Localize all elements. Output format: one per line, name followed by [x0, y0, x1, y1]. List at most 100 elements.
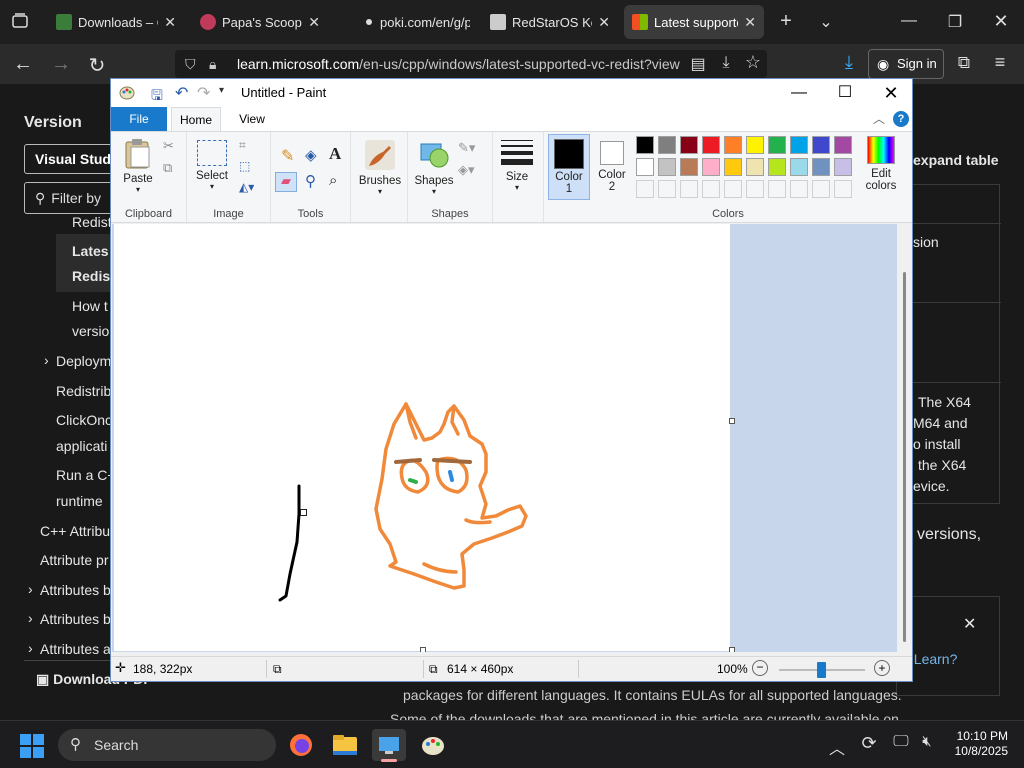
- custom-color-slot[interactable]: [834, 180, 852, 198]
- tab-file[interactable]: File: [111, 107, 167, 131]
- maximize-icon[interactable]: ❐: [944, 12, 966, 32]
- text-icon[interactable]: A: [329, 144, 341, 164]
- paste-dropdown-icon[interactable]: ▾: [117, 185, 159, 194]
- bookmark-star-icon[interactable]: ☆: [742, 52, 764, 73]
- close-tab-icon[interactable]: ✕: [744, 14, 756, 31]
- tab-poki[interactable]: poki.com/en/g/p: [358, 5, 478, 39]
- palette-swatch[interactable]: [636, 158, 654, 176]
- nav-item[interactable]: Attributes a: [40, 641, 111, 657]
- paint-maximize-icon[interactable]: ☐: [823, 81, 867, 105]
- custom-color-slot[interactable]: [724, 180, 742, 198]
- nav-item-active[interactable]: Lates: [72, 243, 109, 259]
- tab-papas-scooperia[interactable]: Papa's Scooperi ✕: [192, 5, 328, 39]
- learn-link[interactable]: t Learn?: [906, 651, 957, 667]
- palette-swatch[interactable]: [702, 136, 720, 154]
- taskbar-clock[interactable]: 10:10 PM 10/8/2025: [950, 729, 1008, 759]
- nav-item[interactable]: Attributes b: [40, 611, 111, 627]
- nav-item[interactable]: versio: [72, 323, 109, 339]
- pencil-icon[interactable]: ✎: [281, 146, 294, 166]
- eraser-icon[interactable]: ▰: [275, 172, 297, 192]
- palette-swatch[interactable]: [790, 158, 808, 176]
- feedback-close-icon[interactable]: ✕: [963, 614, 976, 634]
- nav-item[interactable]: Redist: [72, 214, 112, 230]
- tab-home[interactable]: Home: [171, 107, 221, 131]
- tab-list-chevron-icon[interactable]: ⌄: [816, 12, 836, 32]
- palette-swatch[interactable]: [724, 136, 742, 154]
- resize-icon[interactable]: ⬚: [239, 159, 250, 173]
- forward-icon[interactable]: →: [50, 53, 72, 76]
- outline-icon[interactable]: ✎▾: [458, 140, 475, 156]
- nav-item[interactable]: Attributes b: [40, 582, 111, 598]
- nav-expand-chevron-icon[interactable]: ›: [44, 352, 49, 368]
- minimize-icon[interactable]: —: [898, 12, 920, 30]
- taskbar-search[interactable]: ⚲ Search: [58, 729, 276, 761]
- vertical-scrollbar[interactable]: [897, 224, 912, 652]
- address-bar[interactable]: ⛉ 🔒︎ learn.microsoft.com/en-us/cpp/windo…: [175, 50, 767, 78]
- save-to-pocket-icon[interactable]: ⤓: [716, 54, 736, 72]
- palette-swatch[interactable]: [834, 158, 852, 176]
- ribbon-collapse-icon[interactable]: ︿: [873, 110, 885, 127]
- palette-swatch[interactable]: [834, 136, 852, 154]
- custom-color-slot[interactable]: [658, 180, 676, 198]
- expand-table-button[interactable]: expand table: [913, 152, 999, 168]
- palette-swatch[interactable]: [746, 136, 764, 154]
- palette-swatch[interactable]: [680, 136, 698, 154]
- paint-taskbar-icon[interactable]: [416, 729, 450, 761]
- nav-item[interactable]: C++ Attribu: [40, 523, 110, 539]
- menu-icon[interactable]: ≡: [990, 52, 1010, 73]
- help-icon[interactable]: ?: [893, 111, 909, 127]
- custom-color-slot[interactable]: [636, 180, 654, 198]
- palette-swatch[interactable]: [812, 136, 830, 154]
- new-tab-icon[interactable]: +: [776, 10, 796, 33]
- nav-item[interactable]: How t: [72, 298, 108, 314]
- crop-icon[interactable]: ⌗: [239, 138, 246, 153]
- canvas-resize-handle-corner[interactable]: [729, 647, 735, 652]
- color1-button[interactable]: Color 1: [548, 134, 590, 200]
- custom-color-slot[interactable]: [812, 180, 830, 198]
- zoom-slider-thumb[interactable]: [817, 662, 826, 678]
- back-icon[interactable]: ←: [12, 53, 34, 76]
- firefox-taskbar-icon[interactable]: [284, 729, 318, 761]
- magnifier-icon[interactable]: ⌕: [329, 172, 337, 189]
- sign-in-button[interactable]: ◉ Sign in: [868, 49, 944, 79]
- qat-undo-icon[interactable]: ↶: [175, 83, 188, 103]
- tab-downloads[interactable]: Downloads – On ✕: [48, 5, 184, 39]
- shapes-dropdown-icon[interactable]: ▾: [414, 187, 454, 196]
- qat-customize-icon[interactable]: ▾: [219, 85, 224, 96]
- paint-close-icon[interactable]: ✕: [869, 81, 913, 105]
- system-tray-chevron-icon[interactable]: ︿: [828, 735, 846, 759]
- nav-item[interactable]: Run a C+: [56, 467, 116, 483]
- brushes-dropdown-icon[interactable]: ▾: [355, 187, 405, 196]
- palette-swatch[interactable]: [724, 158, 742, 176]
- nav-item[interactable]: Deploym: [56, 353, 111, 369]
- remote-desktop-taskbar-icon[interactable]: [372, 729, 406, 762]
- network-icon[interactable]: 🖵︎: [890, 733, 912, 751]
- nav-item[interactable]: Redistrib: [56, 383, 111, 399]
- palette-swatch[interactable]: [768, 158, 786, 176]
- color-picker-icon[interactable]: ⚲: [305, 172, 316, 190]
- rotate-icon[interactable]: ◭▾: [239, 180, 254, 194]
- close-tab-icon[interactable]: ✕: [598, 14, 610, 31]
- scrollbar-thumb[interactable]: [903, 272, 906, 642]
- reader-view-icon[interactable]: ▤: [688, 54, 708, 74]
- size-button[interactable]: Size ▾: [497, 138, 537, 192]
- nav-expand-chevron-icon[interactable]: ›: [28, 640, 33, 656]
- palette-swatch[interactable]: [702, 158, 720, 176]
- sync-icon[interactable]: ⟳: [858, 733, 880, 754]
- canvas-resize-handle-bottom[interactable]: [420, 647, 426, 652]
- shape-fill-icon[interactable]: ◈▾: [458, 162, 475, 178]
- close-tab-icon[interactable]: ✕: [308, 14, 320, 31]
- size-dropdown-icon[interactable]: ▾: [497, 183, 537, 192]
- tab-latest-supported[interactable]: Latest supported ✕: [624, 5, 764, 39]
- palette-swatch[interactable]: [680, 158, 698, 176]
- nav-item[interactable]: Attribute pr: [40, 552, 108, 568]
- zoom-out-icon[interactable]: −: [752, 660, 768, 676]
- file-explorer-taskbar-icon[interactable]: [328, 729, 362, 761]
- qat-save-icon[interactable]: 🖫︎: [151, 85, 163, 109]
- canvas-resize-handle-right[interactable]: [729, 418, 735, 424]
- version-selector[interactable]: Visual Studi: [24, 144, 114, 174]
- palette-swatch[interactable]: [636, 136, 654, 154]
- custom-color-slot[interactable]: [790, 180, 808, 198]
- palette-swatch[interactable]: [658, 158, 676, 176]
- nav-expand-chevron-icon[interactable]: ›: [28, 610, 33, 626]
